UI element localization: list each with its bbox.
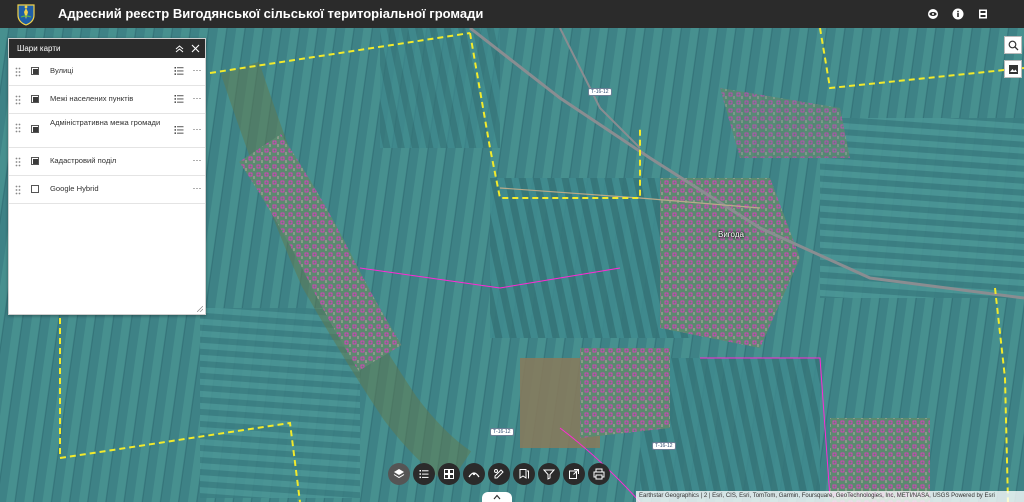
app-title: Адресний реєстр Вигодянської сільської т… xyxy=(58,6,484,21)
layer-visibility-checkbox[interactable] xyxy=(31,125,39,133)
measure-icon xyxy=(468,472,480,478)
sketch-button[interactable] xyxy=(488,463,510,485)
expand-toolbar-tab[interactable] xyxy=(482,492,512,502)
drag-handle-icon[interactable] xyxy=(15,157,21,167)
close-panel-button[interactable] xyxy=(189,42,201,54)
legend-button[interactable] xyxy=(413,463,435,485)
layer-options-button[interactable]: ··· xyxy=(191,94,203,104)
road-shield: Т-16-12 xyxy=(652,442,676,450)
layer-options-button[interactable]: ··· xyxy=(191,125,203,135)
collapse-panel-button[interactable] xyxy=(173,42,185,54)
layers-button[interactable] xyxy=(388,463,410,485)
eye-button[interactable] xyxy=(924,5,942,23)
resize-handle-icon[interactable] xyxy=(197,306,203,312)
layer-row[interactable]: Вулиці ··· xyxy=(9,58,205,86)
place-label-vyhoda: Вигода xyxy=(718,230,744,239)
map-attribution: Earthstar Geographics | 2 | Esri, CIS, E… xyxy=(636,491,1024,502)
layer-name: Google Hybrid xyxy=(50,184,99,193)
share-icon xyxy=(569,469,579,479)
layers-panel-header: Шари карти xyxy=(9,39,205,58)
measure-button[interactable] xyxy=(463,463,485,485)
legend-list-icon[interactable] xyxy=(174,66,184,76)
share-button[interactable] xyxy=(563,463,585,485)
info-button[interactable] xyxy=(949,5,967,23)
basemap-icon xyxy=(1008,64,1018,74)
close-icon xyxy=(191,44,199,52)
legend-list-icon[interactable] xyxy=(174,125,184,135)
bottom-toolbar xyxy=(388,463,610,485)
legend-list-icon[interactable] xyxy=(174,94,184,104)
layers-panel: Шари карти Вулиці ··· Межі населених пункт… xyxy=(8,38,206,315)
search-button[interactable] xyxy=(1004,36,1022,54)
search-icon xyxy=(1008,40,1018,50)
layer-visibility-checkbox[interactable] xyxy=(31,157,39,165)
layer-options-button[interactable]: ··· xyxy=(191,66,203,76)
layer-options-button[interactable]: ··· xyxy=(191,184,203,194)
layer-row[interactable]: Кадастровий поділ ··· xyxy=(9,148,205,176)
filter-icon xyxy=(542,469,556,480)
layer-name: Вулиці xyxy=(50,66,74,75)
road-shield: Т-16-12 xyxy=(588,88,612,96)
chevron-up-double-icon xyxy=(175,44,183,52)
bookmark-button[interactable] xyxy=(974,5,992,23)
chevron-up-icon xyxy=(493,494,501,500)
layer-row[interactable]: Google Hybrid ··· xyxy=(9,176,205,204)
map-side-tools xyxy=(1004,36,1022,84)
basemap-gallery-button[interactable] xyxy=(438,463,460,485)
filter-button[interactable] xyxy=(538,463,560,485)
layer-visibility-checkbox[interactable] xyxy=(31,67,39,75)
layer-visibility-checkbox[interactable] xyxy=(31,185,39,193)
layer-visibility-checkbox[interactable] xyxy=(31,95,39,103)
print-button[interactable] xyxy=(588,463,610,485)
layer-options-button[interactable]: ··· xyxy=(191,156,203,166)
layer-row[interactable]: Межі населених пунктів ··· xyxy=(9,86,205,114)
layer-name: Межі населених пунктів xyxy=(50,94,134,103)
drag-handle-icon[interactable] xyxy=(15,185,21,195)
layer-name: Адміністративна межа громади xyxy=(50,118,161,127)
info-icon xyxy=(952,8,964,20)
bookmarks-button[interactable] xyxy=(513,463,535,485)
layers-icon xyxy=(393,469,405,479)
layers-panel-title: Шари карти xyxy=(17,44,61,53)
basemap-gallery-icon xyxy=(444,469,454,479)
eye-icon xyxy=(928,9,938,19)
layer-list: Вулиці ··· Межі населених пунктів ··· Адміні… xyxy=(9,58,205,204)
layer-name: Кадастровий поділ xyxy=(50,156,117,165)
print-icon xyxy=(593,468,605,480)
coat-of-arms-logo xyxy=(17,4,35,26)
bookmarks-icon xyxy=(519,469,529,479)
drag-handle-icon[interactable] xyxy=(15,123,21,133)
drag-handle-icon[interactable] xyxy=(15,67,21,77)
bookmark-icon xyxy=(979,9,987,19)
sketch-icon xyxy=(494,469,504,479)
layer-row[interactable]: Адміністративна межа громади ··· xyxy=(9,114,205,148)
road-shield: Т-16-12 xyxy=(490,428,514,436)
basemap-button[interactable] xyxy=(1004,60,1022,78)
app-header: Адресний реєстр Вигодянської сільської т… xyxy=(0,0,1024,28)
legend-icon xyxy=(419,470,429,479)
drag-handle-icon[interactable] xyxy=(15,95,21,105)
